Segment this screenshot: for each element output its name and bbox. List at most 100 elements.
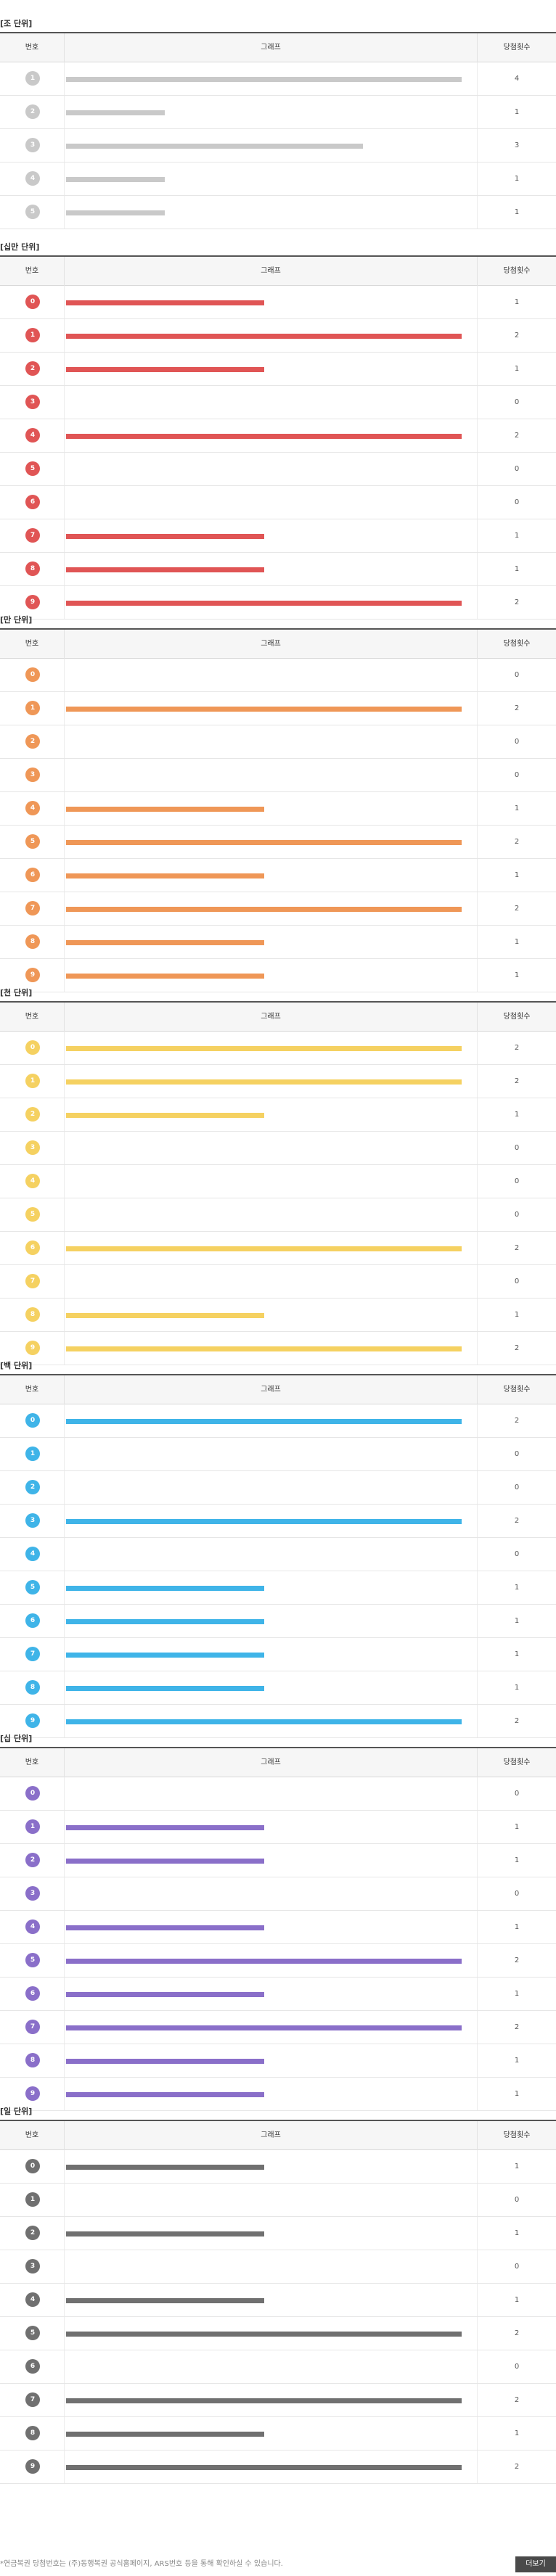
table-row: 62	[0, 1232, 556, 1265]
table-row: 52	[0, 2317, 556, 2350]
section-title: [조 단위]	[0, 19, 33, 28]
header-graph: 그래프	[64, 630, 478, 659]
number-ball: 0	[25, 1786, 40, 1801]
graph-cell	[64, 1777, 478, 1810]
number-ball: 2	[25, 1853, 40, 1867]
section-table: [조 단위] 번호 그래프 당첨횟수 1 4 2 1 3 3 4 1 5 1	[0, 16, 556, 229]
bar	[66, 807, 264, 812]
table-row: 14	[0, 62, 556, 96]
bar	[66, 144, 363, 149]
number-ball: 4	[25, 1919, 40, 1934]
number-ball: 1	[25, 1819, 40, 1834]
header-number: 번호	[25, 2131, 39, 2139]
bar	[66, 2398, 462, 2403]
number-ball: 7	[25, 1274, 40, 1288]
table-header: 번호 그래프 당첨횟수	[0, 32, 556, 62]
section-table: [만 단위] 번호 그래프 당첨횟수 0 0 1 2 2 0 3 0 4 1 5 2 6 1 7 2 8 1 9 1	[0, 612, 556, 992]
win-count: 1	[514, 365, 520, 373]
table-row: 30	[0, 1877, 556, 1911]
bar	[66, 2332, 462, 2337]
header-count: 당첨횟수	[503, 267, 531, 275]
win-count: 2	[514, 2463, 520, 2471]
number-ball: 3	[25, 395, 40, 409]
win-count: 0	[514, 1450, 520, 1458]
more-button[interactable]: 더보기	[515, 2556, 556, 2572]
table-row: 01	[0, 286, 556, 319]
win-count: 1	[514, 1311, 520, 1319]
number-ball: 4	[25, 171, 40, 186]
win-count: 0	[514, 671, 520, 679]
table-row: 21	[0, 353, 556, 386]
number-ball: 6	[25, 1613, 40, 1628]
graph-cell	[64, 759, 478, 791]
header-number: 번호	[25, 1386, 39, 1394]
win-count: 0	[514, 771, 520, 779]
win-count: 0	[514, 1484, 520, 1491]
win-count: 1	[514, 1111, 520, 1119]
win-count: 1	[514, 565, 520, 573]
number-ball: 2	[25, 734, 40, 749]
table-row: 92	[0, 2451, 556, 2484]
bar	[66, 1046, 462, 1051]
section-title: [십만 단위]	[0, 242, 40, 252]
bar	[66, 2231, 264, 2236]
table-row: 72	[0, 2011, 556, 2044]
number-ball: 7	[25, 2020, 40, 2034]
number-ball: 9	[25, 968, 40, 982]
bar	[66, 1719, 462, 1724]
win-count: 1	[514, 871, 520, 879]
graph-cell	[64, 1132, 478, 1164]
section-table: [십 단위] 번호 그래프 당첨횟수 0 0 1 1 2 1 3 0 4 1 5 2 6 1 7 2 8 1 9 1	[0, 1731, 556, 2111]
table-row: 12	[0, 319, 556, 353]
table-row: 81	[0, 1299, 556, 1332]
header-graph: 그래프	[64, 1375, 478, 1404]
win-count: 1	[514, 532, 520, 540]
number-ball: 3	[25, 138, 40, 152]
number-ball: 6	[25, 1240, 40, 1255]
bar	[66, 1079, 462, 1085]
bar	[66, 1925, 264, 1930]
table-row: 81	[0, 553, 556, 586]
table-row: 61	[0, 1978, 556, 2011]
number-ball: 8	[25, 1307, 40, 1322]
table-row: 11	[0, 1811, 556, 1844]
win-count: 2	[514, 905, 520, 913]
win-count: 2	[514, 704, 520, 712]
graph-cell	[64, 1198, 478, 1231]
number-ball: 1	[25, 1074, 40, 1088]
bar	[66, 110, 165, 115]
header-graph: 그래프	[64, 257, 478, 286]
number-ball: 0	[25, 295, 40, 309]
number-ball: 2	[25, 361, 40, 376]
win-count: 2	[514, 1044, 520, 1052]
table-row: 81	[0, 1671, 556, 1705]
bar	[66, 334, 462, 339]
graph-cell	[64, 1165, 478, 1198]
table-row: 52	[0, 1944, 556, 1978]
bar	[66, 1519, 462, 1524]
win-count: 1	[514, 2163, 520, 2170]
header-number: 번호	[25, 267, 39, 275]
bar	[66, 434, 462, 439]
win-count: 2	[514, 432, 520, 440]
graph-cell	[64, 453, 478, 485]
number-ball: 6	[25, 495, 40, 509]
number-ball: 9	[25, 2459, 40, 2474]
bar	[66, 1619, 264, 1624]
table-row: 30	[0, 2250, 556, 2284]
win-count: 2	[514, 2329, 520, 2337]
section-table: [백 단위] 번호 그래프 당첨횟수 0 2 1 0 2 0 3 2 4 0 5 1 6 1 7 1 8 1 9 2	[0, 1358, 556, 1738]
bar	[66, 534, 264, 539]
number-ball: 0	[25, 1040, 40, 1055]
number-ball: 8	[25, 2426, 40, 2440]
table-row: 72	[0, 892, 556, 926]
win-count: 1	[514, 1990, 520, 1998]
bar	[66, 1959, 462, 1964]
bar	[66, 1653, 264, 1658]
table-row: 41	[0, 792, 556, 826]
win-count: 1	[514, 298, 520, 306]
table-row: 30	[0, 759, 556, 792]
number-ball: 7	[25, 528, 40, 543]
graph-cell	[64, 1438, 478, 1470]
number-ball: 3	[25, 1513, 40, 1528]
